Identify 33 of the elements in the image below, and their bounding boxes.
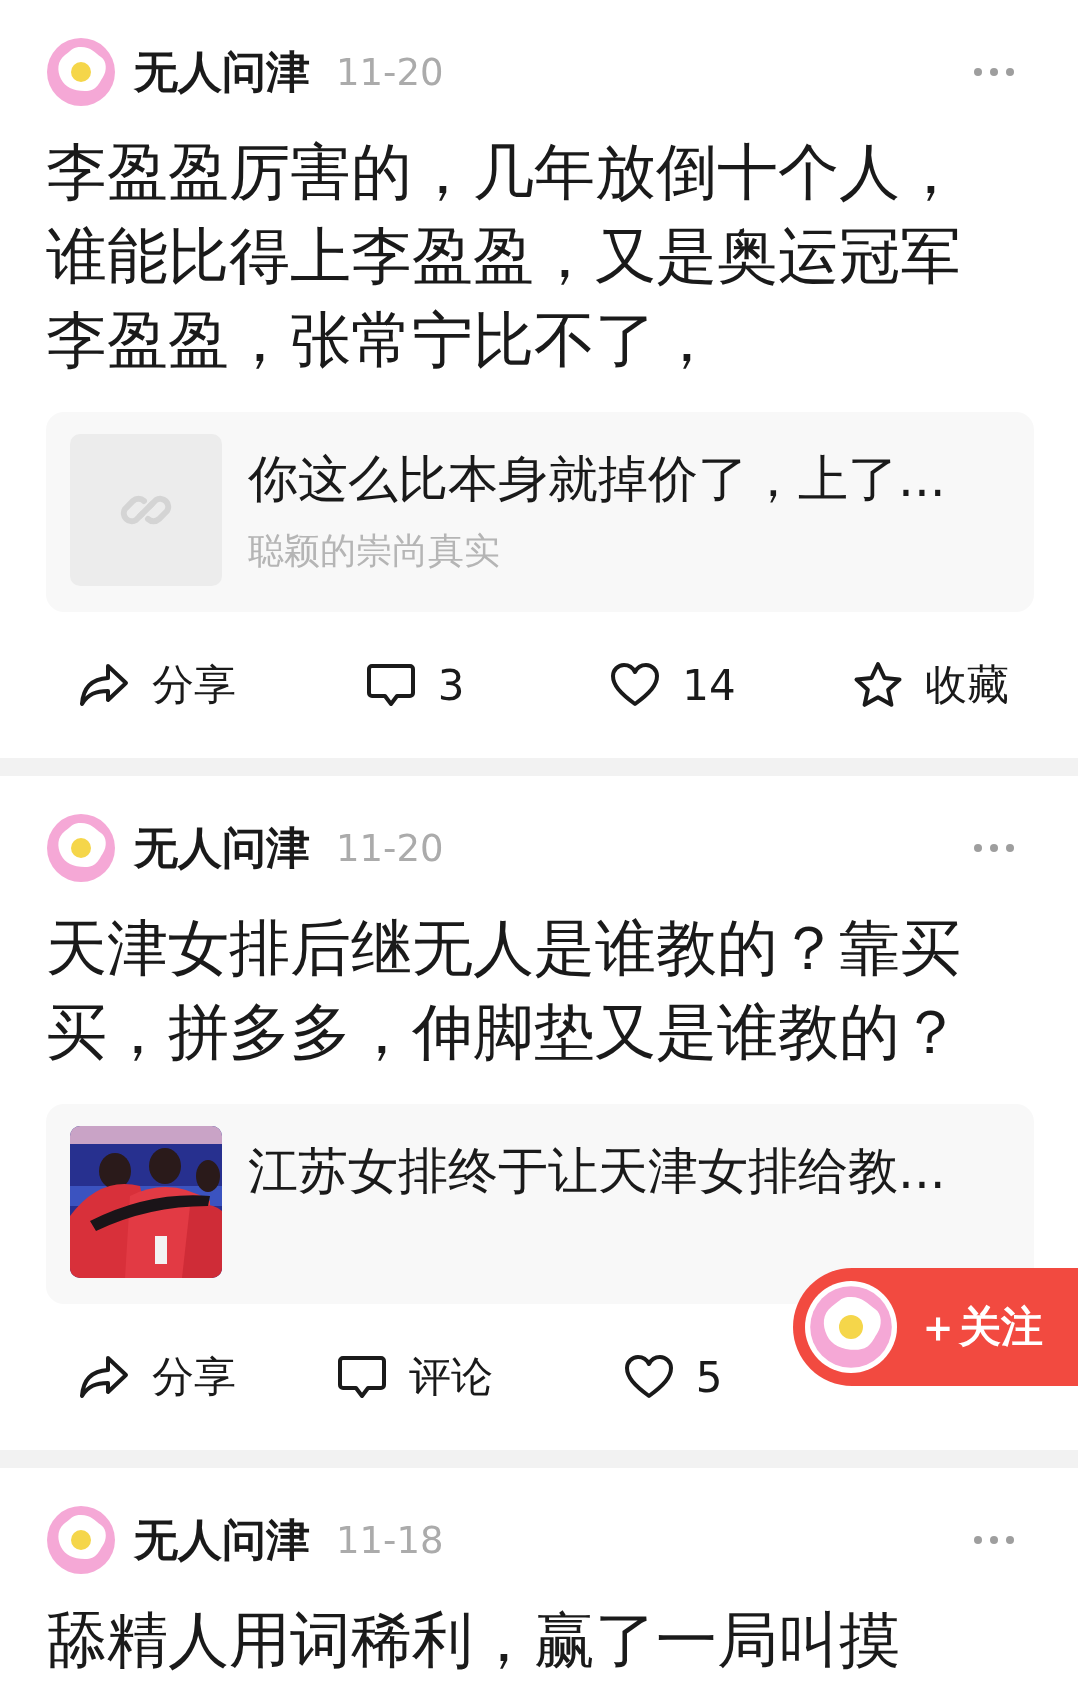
post-date: 11-18 <box>336 1518 444 1562</box>
share-icon <box>78 662 130 708</box>
post-date: 11-20 <box>336 826 444 870</box>
author-name[interactable]: 无人问津 <box>134 1510 310 1570</box>
follow-button[interactable]: ＋关注 <box>793 1268 1078 1386</box>
share-icon <box>78 1354 130 1400</box>
post-date: 11-20 <box>336 50 444 94</box>
avatar-icon <box>809 1285 893 1369</box>
comment-icon <box>365 662 416 708</box>
post-text: 天津女排后继无人是谁教的？靠买买，拼多多，伸脚垫又是谁教的？ <box>46 911 962 1069</box>
star-icon <box>853 661 903 709</box>
link-source: 聪颖的崇尚真实 <box>248 529 501 573</box>
share-button[interactable]: 分享 <box>78 1349 236 1405</box>
avatar-icon[interactable] <box>46 1505 116 1575</box>
link-title: 你这么比本身就掉价了，上了... <box>248 449 946 510</box>
author-name[interactable]: 无人问津 <box>134 42 310 102</box>
author-name[interactable]: 无人问津 <box>134 818 310 878</box>
like-button[interactable]: 5 <box>623 1352 723 1402</box>
link-card[interactable]: 你这么比本身就掉价了，上了... 聪颖的崇尚真实 <box>46 412 1034 612</box>
link-title: 江苏女排终于让天津女排给教... <box>248 1141 946 1202</box>
link-card[interactable]: 江苏女排终于让天津女排给教... <box>46 1104 1034 1304</box>
heart-icon <box>610 662 661 708</box>
post-text: 舔精人用词稀利，赢了一局叫摸 <box>46 1603 901 1677</box>
heart-icon <box>623 1354 674 1400</box>
avatar-icon[interactable] <box>46 813 116 883</box>
favorite-button[interactable]: 收藏 <box>853 657 1009 713</box>
avatar-icon[interactable] <box>46 37 116 107</box>
comment-icon <box>337 1354 387 1400</box>
comment-button[interactable]: 评论 <box>337 1349 493 1405</box>
like-button[interactable]: 14 <box>610 660 736 710</box>
comment-button[interactable]: 3 <box>365 660 465 710</box>
share-button[interactable]: 分享 <box>78 657 236 713</box>
post-text: 李盈盈厉害的，几年放倒十个人，谁能比得上李盈盈，又是奥运冠军李盈盈，张常宁比不了， <box>46 135 962 377</box>
